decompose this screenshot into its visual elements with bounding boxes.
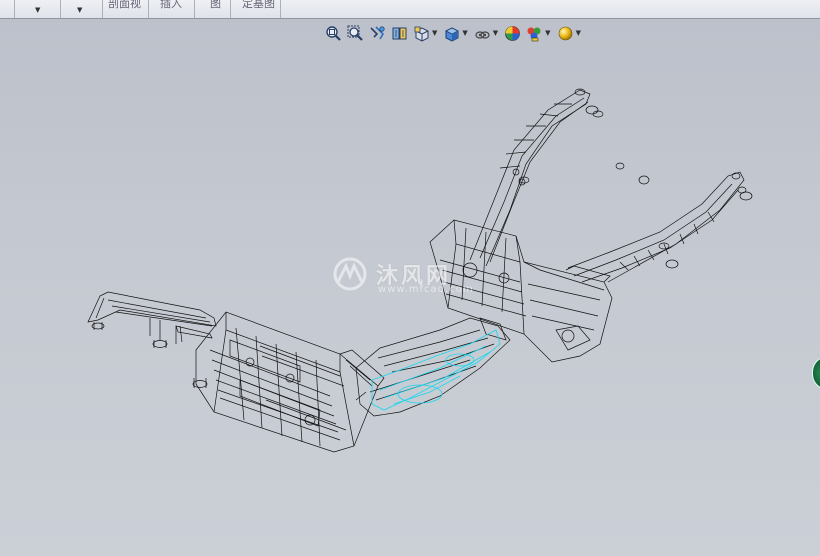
watermark-url: www.mfcad.com xyxy=(378,284,474,295)
watermark-logo-icon xyxy=(333,257,367,291)
watermark: 沐风网 www.mfcad.com xyxy=(328,256,473,295)
